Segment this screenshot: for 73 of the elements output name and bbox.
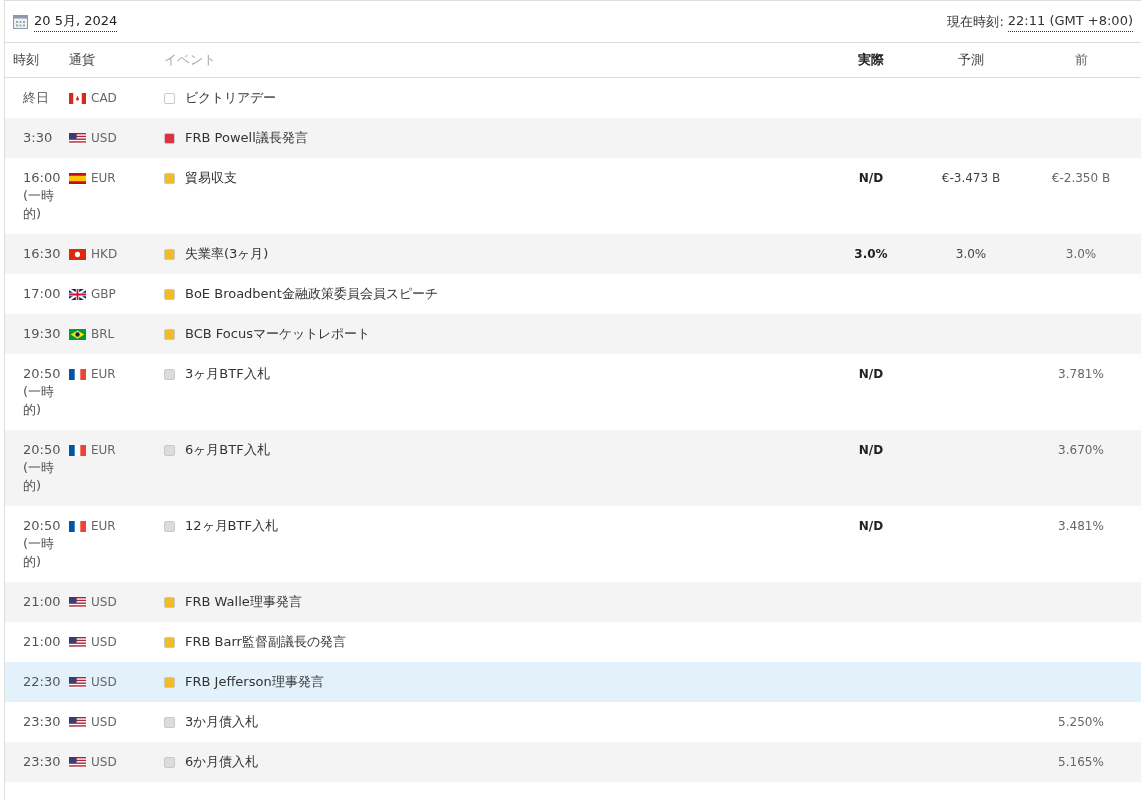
currency-code: USD bbox=[91, 714, 117, 731]
time-cell-text: 20:50 (一時的) bbox=[23, 365, 62, 419]
event-name[interactable]: FRB Jefferson理事発言 bbox=[185, 673, 324, 691]
calendar-icon bbox=[13, 14, 28, 29]
time-cell-text: 終日 bbox=[23, 89, 50, 107]
time-cell-text: 20:50 (一時的) bbox=[23, 441, 62, 495]
currency-code: EUR bbox=[91, 442, 116, 459]
time-header: 時刻 bbox=[12, 51, 40, 70]
event-name[interactable]: 貿易収支 bbox=[185, 169, 237, 187]
previous-value: 3.781% bbox=[1058, 367, 1104, 381]
previous-value: 3.670% bbox=[1058, 443, 1104, 457]
event-name[interactable]: 3か月債入札 bbox=[185, 713, 259, 731]
previous-value: €-2.350 B bbox=[1051, 171, 1111, 185]
event-name[interactable]: ビクトリアデー bbox=[185, 89, 276, 107]
time-cell-text: 19:30 bbox=[23, 325, 62, 343]
time-cell-text: 22:30 bbox=[23, 673, 62, 691]
event-name[interactable]: 12ヶ月BTF入札 bbox=[185, 517, 278, 535]
currency-code: USD bbox=[91, 634, 117, 651]
event-row[interactable]: 19:30 BRL BCB Focusマーケットレポート bbox=[5, 314, 1141, 354]
currency-code: BRL bbox=[91, 326, 115, 343]
timezone-link[interactable]: 22:11 (GMT +8:00) bbox=[1007, 11, 1133, 32]
event-name[interactable]: BoE Broadbent金融政策委員会員スピーチ bbox=[185, 285, 438, 303]
event-row[interactable]: 23:30 USD 6か月債入札 5.165% bbox=[5, 742, 1141, 782]
time-cell-text: 17:00 bbox=[23, 285, 62, 303]
event-name[interactable]: FRB Powell議長発言 bbox=[185, 129, 308, 147]
time-cell-text: 3:30 bbox=[23, 129, 54, 147]
event-row[interactable]: 16:30 HKD 失業率(3ヶ月) 3.0% 3.0% 3.0% bbox=[5, 234, 1141, 274]
date-picker-link[interactable]: 20 5月, 2024 bbox=[34, 11, 118, 32]
actual-value: N/D bbox=[858, 519, 884, 533]
event-header: イベント bbox=[164, 51, 217, 70]
actual-header: 実際 bbox=[857, 51, 885, 70]
currency-code: CAD bbox=[91, 90, 117, 107]
currency-code: HKD bbox=[91, 246, 118, 263]
time-cell-text: 20:50 (一時的) bbox=[23, 517, 62, 571]
event-name[interactable]: 6か月債入札 bbox=[185, 753, 259, 771]
currency-code: USD bbox=[91, 754, 117, 771]
event-name[interactable]: FRB Walle理事発言 bbox=[185, 593, 302, 611]
actual-value: N/D bbox=[858, 443, 884, 457]
previous-value: 5.165% bbox=[1058, 755, 1104, 769]
forecast-header: 予測 bbox=[957, 51, 985, 70]
time-cell-text: 23:30 bbox=[23, 753, 62, 771]
time-cell-text: 21:00 bbox=[23, 593, 62, 611]
currency-code: EUR bbox=[91, 170, 116, 187]
previous-value: 5.250% bbox=[1058, 715, 1104, 729]
time-cell-text: 16:30 bbox=[23, 245, 62, 263]
forecast-value: 3.0% bbox=[955, 247, 987, 261]
currency-code: GBP bbox=[91, 286, 116, 303]
event-name[interactable]: 失業率(3ヶ月) bbox=[185, 245, 269, 263]
currency-header: 通貨 bbox=[69, 51, 96, 70]
currency-code: EUR bbox=[91, 518, 116, 535]
currency-code: USD bbox=[91, 130, 117, 147]
event-name[interactable]: FRB Barr監督副議長の発言 bbox=[185, 633, 346, 651]
previous-value: 3.481% bbox=[1058, 519, 1104, 533]
event-name[interactable]: 6ヶ月BTF入札 bbox=[185, 441, 270, 459]
event-row[interactable]: 21:00 USD FRB Walle理事発言 bbox=[5, 582, 1141, 622]
actual-value: 3.0% bbox=[854, 247, 888, 261]
event-row[interactable]: 3:30 USD FRB Powell議長発言 bbox=[5, 118, 1141, 158]
event-name[interactable]: 3ヶ月BTF入札 bbox=[185, 365, 270, 383]
current-time-label: 現在時刻: bbox=[947, 12, 1004, 31]
time-cell-text: 16:00 (一時的) bbox=[23, 169, 62, 223]
event-row[interactable]: 22:30 USD FRB Jefferson理事発言 bbox=[5, 662, 1141, 702]
actual-value: N/D bbox=[858, 171, 884, 185]
event-name[interactable]: BCB Focusマーケットレポート bbox=[185, 325, 370, 343]
time-cell-text: 21:00 bbox=[23, 633, 62, 651]
actual-value: N/D bbox=[858, 367, 884, 381]
event-row[interactable]: 20:50 (一時的) EUR 6ヶ月BTF入札 N/D 3.670% bbox=[5, 430, 1141, 506]
previous-value: 3.0% bbox=[1065, 247, 1097, 261]
currency-code: EUR bbox=[91, 366, 116, 383]
time-cell-text: 23:30 bbox=[23, 713, 62, 731]
previous-header: 前 bbox=[1073, 51, 1089, 70]
currency-code: USD bbox=[91, 674, 117, 691]
currency-code: USD bbox=[91, 594, 117, 611]
forecast-value: €-3.473 B bbox=[941, 171, 1001, 185]
